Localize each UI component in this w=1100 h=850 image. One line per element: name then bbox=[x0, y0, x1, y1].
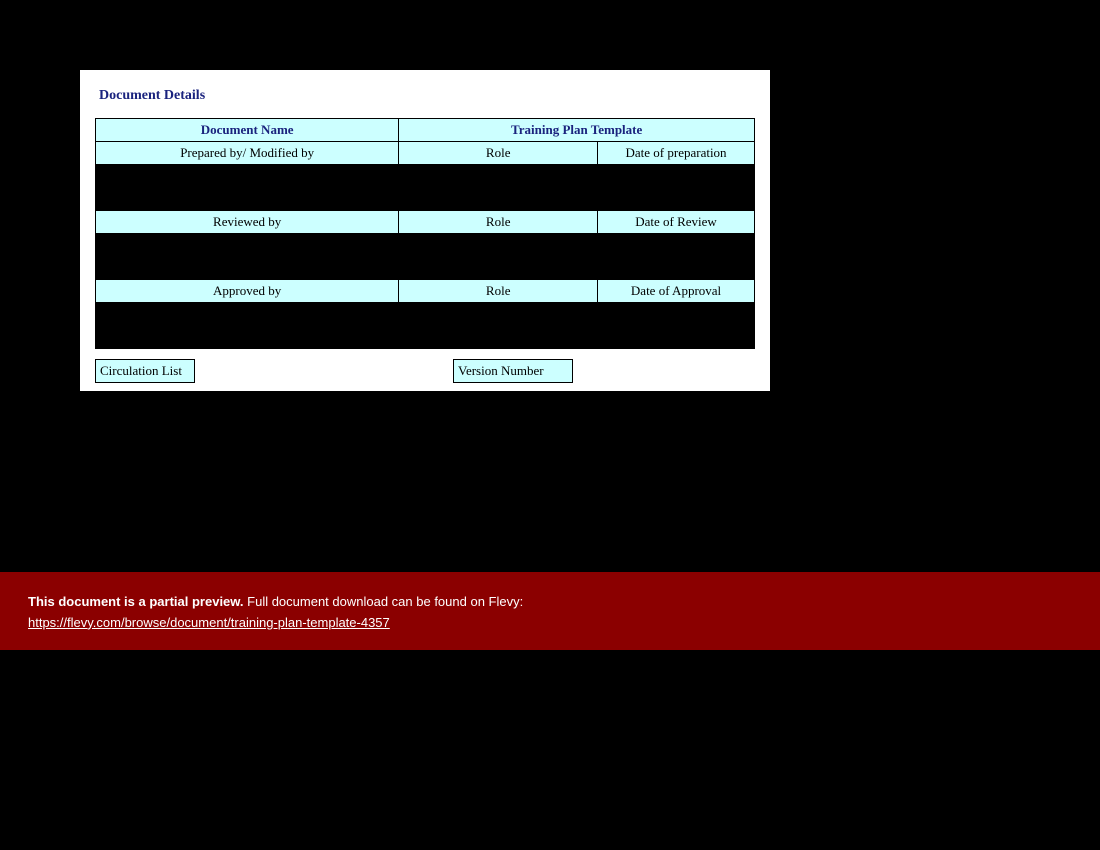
date-approval-label: Date of Approval bbox=[598, 280, 755, 303]
circulation-list-label: Circulation List bbox=[95, 359, 195, 383]
blank-row-2 bbox=[96, 234, 755, 280]
page-title: Document Details bbox=[99, 88, 755, 104]
doc-name-value: Training Plan Template bbox=[399, 119, 755, 142]
blank-row-3 bbox=[96, 303, 755, 349]
role-label-1: Role bbox=[399, 142, 598, 165]
date-review-label: Date of Review bbox=[598, 211, 755, 234]
approved-by-label: Approved by bbox=[96, 280, 399, 303]
details-table: Document Name Training Plan Template Pre… bbox=[95, 118, 755, 349]
blank-row-1 bbox=[96, 165, 755, 211]
preview-banner: This document is a partial preview. Full… bbox=[0, 572, 1100, 650]
banner-bold-text: This document is a partial preview. bbox=[28, 594, 244, 609]
doc-name-label: Document Name bbox=[96, 119, 399, 142]
document-page: Document Details Document Name Training … bbox=[80, 70, 770, 391]
banner-link[interactable]: https://flevy.com/browse/document/traini… bbox=[28, 615, 390, 630]
role-label-3: Role bbox=[399, 280, 598, 303]
version-number-label: Version Number bbox=[453, 359, 573, 383]
reviewed-by-label: Reviewed by bbox=[96, 211, 399, 234]
prepared-by-label: Prepared by/ Modified by bbox=[96, 142, 399, 165]
date-prep-label: Date of preparation bbox=[598, 142, 755, 165]
banner-rest-text: Full document download can be found on F… bbox=[244, 594, 524, 609]
role-label-2: Role bbox=[399, 211, 598, 234]
